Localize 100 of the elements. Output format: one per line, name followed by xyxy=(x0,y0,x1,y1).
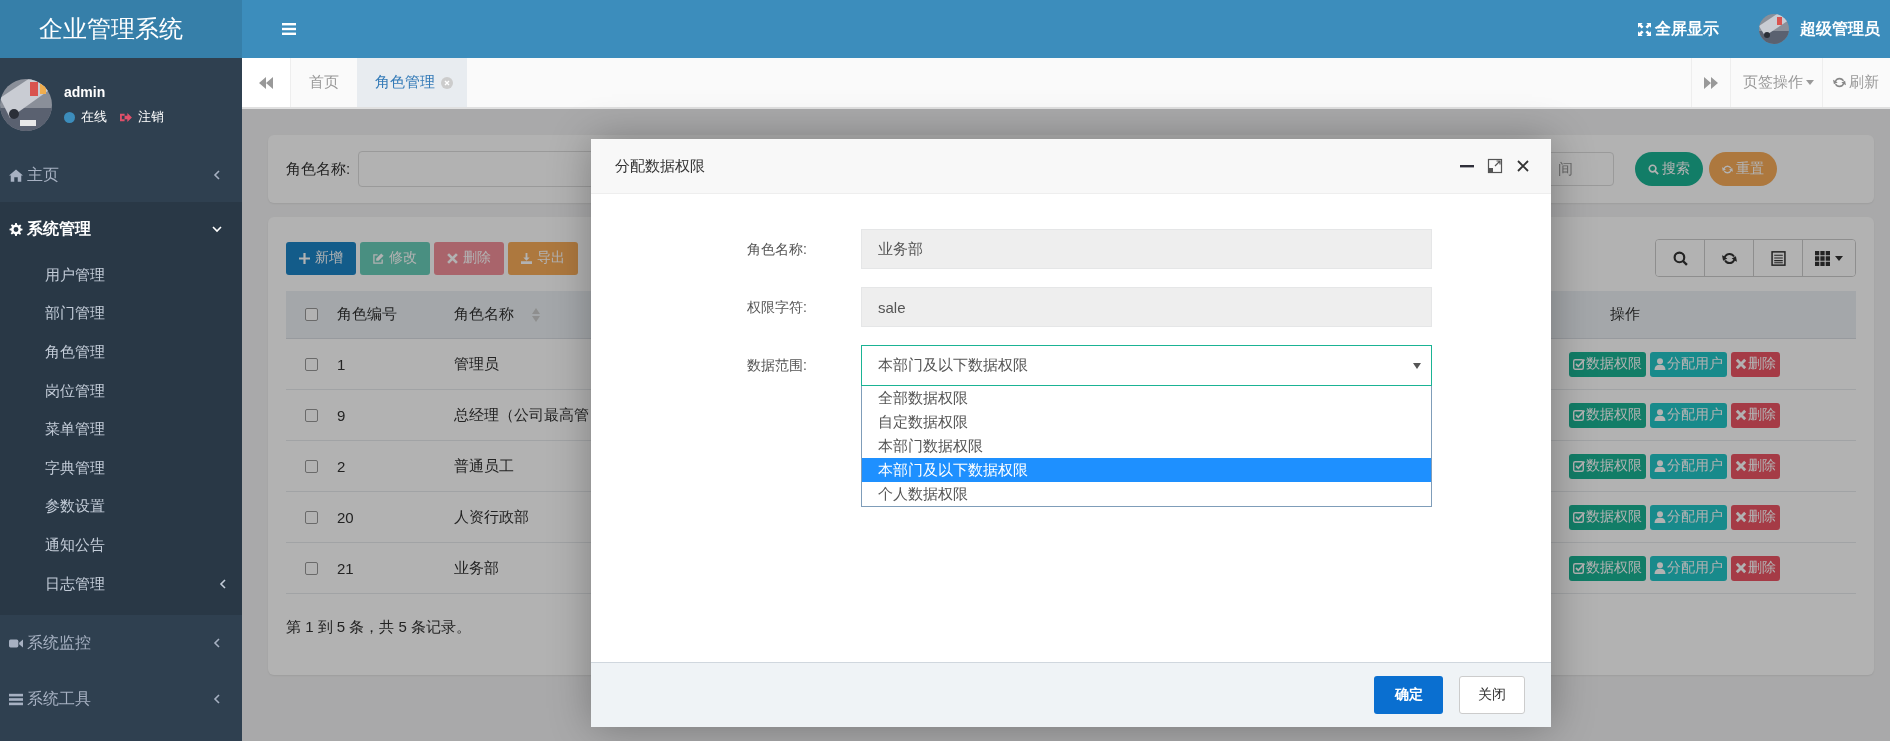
gear-icon xyxy=(9,222,23,236)
submenu-item[interactable]: 用户管理 xyxy=(0,256,242,295)
dropdown-option[interactable]: 本部门及以下数据权限 xyxy=(862,458,1431,482)
delete-button[interactable]: 删除 xyxy=(1731,351,1780,377)
scroll-right-button[interactable] xyxy=(1691,58,1731,107)
delete-button[interactable]: 删除 xyxy=(1731,453,1780,479)
checkbox[interactable] xyxy=(305,408,318,422)
checkbox[interactable] xyxy=(305,510,318,524)
checkbox-icon xyxy=(1573,358,1585,370)
search-button[interactable]: 搜索 xyxy=(1635,152,1703,186)
table-cell: 20 xyxy=(337,508,354,526)
cross-icon xyxy=(1735,409,1747,421)
export-button[interactable]: 导出 xyxy=(508,241,578,275)
column-header: 操作 xyxy=(1610,305,1640,324)
chevron-down-icon xyxy=(212,224,222,234)
data-permission-button[interactable]: 数据权限 xyxy=(1569,555,1646,581)
user-icon xyxy=(1654,460,1666,472)
field-label: 角色名称: xyxy=(286,159,351,179)
checkbox-icon xyxy=(1573,511,1585,523)
submenu-item[interactable]: 参数设置 xyxy=(0,487,242,527)
chevron-left-icon xyxy=(212,638,222,649)
table-cell: 1 xyxy=(337,355,346,373)
table-cell: 21 xyxy=(337,559,354,577)
checkbox[interactable] xyxy=(305,561,318,575)
assign-users-button[interactable]: 分配用户 xyxy=(1650,351,1727,377)
assign-users-button[interactable]: 分配用户 xyxy=(1650,504,1727,530)
sort-icon[interactable] xyxy=(532,307,540,322)
dropdown-option[interactable]: 全部数据权限 xyxy=(862,386,1431,410)
select-field[interactable]: 本部门及以下数据权限 xyxy=(861,345,1432,386)
field-label: 数据范围: xyxy=(747,356,808,375)
submenu-item[interactable]: 通知公告 xyxy=(0,526,242,565)
data-permission-button[interactable]: 数据权限 xyxy=(1569,402,1646,428)
chevron-left-icon xyxy=(212,694,222,705)
checkbox-icon xyxy=(1573,562,1585,574)
cross-icon xyxy=(1735,460,1747,472)
assign-users-button[interactable]: 分配用户 xyxy=(1650,555,1727,581)
submenu-item[interactable]: 部门管理 xyxy=(0,294,242,334)
field-label: 权限字符: xyxy=(747,298,808,317)
checkbox[interactable] xyxy=(305,357,318,371)
fullscreen-link[interactable]: 全屏显示 xyxy=(1638,18,1719,40)
grid-icon xyxy=(1815,250,1830,266)
search-icon-button[interactable] xyxy=(1656,240,1705,276)
plus-icon xyxy=(299,252,310,264)
delete-button[interactable]: 删除 xyxy=(1731,504,1780,530)
table-cell: 管理员 xyxy=(454,354,499,374)
delete-button[interactable]: 删除 xyxy=(1731,402,1780,428)
table-cell: 人资行政部 xyxy=(454,507,529,527)
data-permission-button[interactable]: 数据权限 xyxy=(1569,504,1646,530)
status-text: 在线 xyxy=(81,108,107,126)
double-left-icon xyxy=(259,76,273,89)
assign-users-button[interactable]: 分配用户 xyxy=(1650,402,1727,428)
dropdown-option[interactable]: 个人数据权限 xyxy=(862,482,1431,506)
confirm-button[interactable]: 确定 xyxy=(1374,676,1443,714)
menu-item[interactable]: 主页 xyxy=(0,148,242,202)
field-label: 角色名称: xyxy=(747,240,808,259)
list-icon xyxy=(1770,250,1786,266)
data-permission-button[interactable]: 数据权限 xyxy=(1569,351,1646,377)
data-permission-button[interactable]: 数据权限 xyxy=(1569,453,1646,479)
menu-item[interactable]: 系统监控 xyxy=(0,615,242,672)
checkbox[interactable] xyxy=(305,459,318,473)
user-icon xyxy=(1654,511,1666,523)
maximize-icon[interactable] xyxy=(1487,158,1503,174)
menu-item[interactable]: 系统工具 xyxy=(0,671,242,728)
home-icon xyxy=(9,168,23,182)
user-name[interactable]: 超级管理员 xyxy=(1800,18,1880,40)
submenu-item[interactable]: 角色管理 xyxy=(0,333,242,372)
search-icon xyxy=(1672,250,1688,266)
cross-icon xyxy=(1735,358,1747,370)
dialog-title: 分配数据权限 xyxy=(615,156,706,176)
menu-item[interactable]: 系统管理 xyxy=(0,202,242,256)
logout-link[interactable]: 注销 xyxy=(138,108,164,126)
dropdown-option[interactable]: 自定数据权限 xyxy=(862,410,1431,434)
user-icon xyxy=(1654,358,1666,370)
reset-button[interactable]: 重置 xyxy=(1709,152,1777,186)
online-status-icon xyxy=(64,111,75,123)
checkbox-icon xyxy=(1573,409,1585,421)
add-button[interactable]: 新增 xyxy=(286,241,356,275)
tab[interactable]: 角色管理 xyxy=(357,58,467,107)
cross-icon xyxy=(1735,562,1747,574)
table-cell: 总经理（公司最高管 xyxy=(454,405,589,425)
caret-icon xyxy=(1806,80,1814,85)
submenu-item[interactable]: 日志管理 xyxy=(0,564,242,604)
submenu-item[interactable]: 岗位管理 xyxy=(0,371,242,411)
close-button[interactable]: 关闭 xyxy=(1459,676,1525,714)
submenu-item[interactable]: 菜单管理 xyxy=(0,410,242,449)
submenu-item[interactable]: 字典管理 xyxy=(0,448,242,488)
close-icon[interactable] xyxy=(1515,158,1531,174)
table-cell: 9 xyxy=(337,406,346,424)
delete-button[interactable]: 删除 xyxy=(1731,555,1780,581)
tab[interactable]: 首页 xyxy=(291,58,357,107)
chevron-left-icon xyxy=(218,579,228,590)
dropdown-option[interactable]: 本部门数据权限 xyxy=(862,434,1431,458)
table-cell: 业务部 xyxy=(454,558,499,578)
checkbox[interactable] xyxy=(305,308,318,321)
assign-users-button[interactable]: 分配用户 xyxy=(1650,453,1727,479)
menu-icon[interactable] xyxy=(282,23,296,35)
input-field: sale xyxy=(861,287,1432,327)
column-header: 角色编号 xyxy=(337,305,397,324)
scroll-left-button[interactable] xyxy=(242,58,291,107)
download-icon xyxy=(521,252,532,264)
